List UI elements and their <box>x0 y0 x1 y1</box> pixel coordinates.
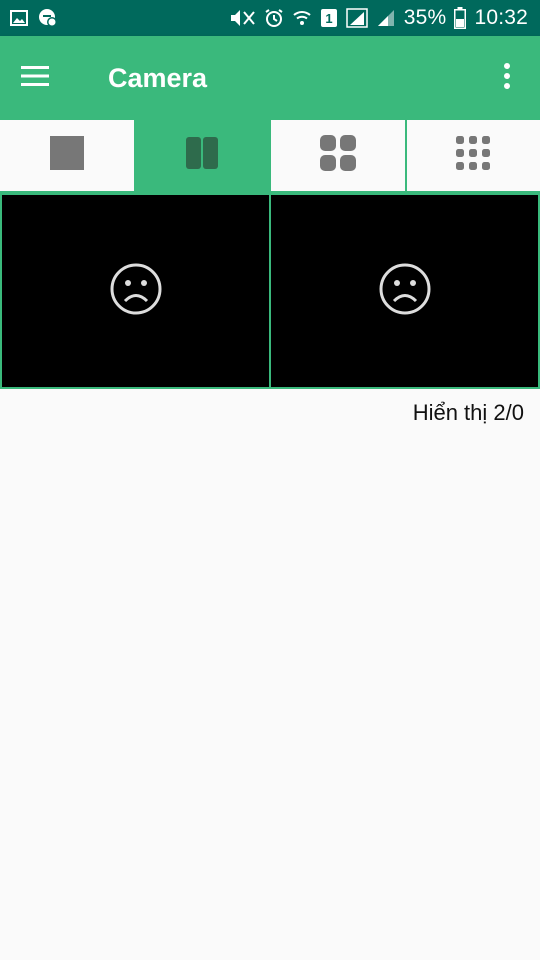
more-vertical-icon <box>503 62 511 94</box>
mute-icon <box>228 8 256 28</box>
menu-button[interactable] <box>0 36 70 120</box>
camera-grid <box>0 193 540 389</box>
wifi-icon <box>292 8 312 28</box>
tab-nine-view[interactable] <box>407 120 540 191</box>
gallery-icon <box>10 10 28 26</box>
app-bar: Camera <box>0 36 540 120</box>
hamburger-menu-icon <box>21 65 49 92</box>
layout-selector <box>0 120 540 193</box>
four-grid-icon <box>319 135 356 176</box>
battery-icon <box>454 7 467 29</box>
display-count-label: Hiển thị 2/0 <box>412 400 524 425</box>
tab-single-view[interactable] <box>0 120 136 191</box>
status-bar: 1 35% 10:32 <box>0 0 540 36</box>
tab-four-view[interactable] <box>271 120 407 191</box>
sad-face-icon <box>378 262 432 321</box>
signal-icon <box>346 8 368 28</box>
nine-grid-icon <box>456 136 491 175</box>
svg-text:1: 1 <box>325 11 332 26</box>
sad-face-icon <box>109 262 163 321</box>
signal-icon-2 <box>376 8 396 28</box>
page-title: Camera <box>108 62 208 93</box>
camera-view-2[interactable] <box>271 195 538 387</box>
more-options-button[interactable] <box>482 36 532 120</box>
sim-icon: 1 <box>320 8 338 28</box>
battery-percent: 35% <box>403 6 447 29</box>
chat-notification-icon <box>38 8 58 28</box>
two-column-icon <box>186 137 219 174</box>
clock: 10:32 <box>474 6 528 29</box>
status-bar-right: 1 35% 10:32 <box>228 6 528 30</box>
camera-view-1[interactable] <box>2 195 269 387</box>
alarm-icon <box>264 8 284 28</box>
single-square-icon <box>49 136 84 175</box>
status-bar-left <box>10 8 58 28</box>
tab-two-view[interactable] <box>135 120 271 191</box>
